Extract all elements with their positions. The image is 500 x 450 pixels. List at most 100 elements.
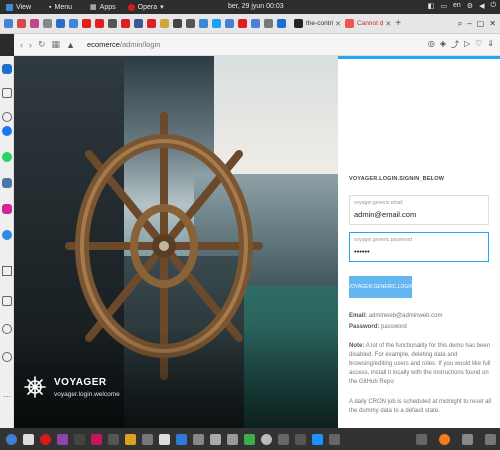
url-field[interactable]: ecomerce/admin/login — [87, 40, 160, 49]
power-icon[interactable]: ⏻ — [490, 2, 496, 10]
settings-icon[interactable] — [261, 433, 272, 445]
menu-button[interactable]: ▪ Menu — [49, 4, 72, 11]
tab-icon-18[interactable] — [225, 19, 234, 28]
email-input[interactable]: admin@email.com — [354, 210, 416, 219]
more-icon[interactable]: ⋯ — [3, 392, 11, 401]
tab-icon-14[interactable] — [173, 19, 182, 28]
tab-icon-1[interactable] — [4, 19, 13, 28]
history-icon[interactable] — [2, 324, 12, 334]
new-tab-icon[interactable]: + — [395, 18, 401, 29]
download-icon[interactable]: ⇓ — [487, 39, 494, 50]
maximize-icon[interactable]: ▢ — [477, 19, 485, 29]
tab-icon-16[interactable] — [199, 19, 208, 28]
box-icon[interactable] — [193, 433, 204, 445]
calc-icon[interactable] — [176, 433, 187, 445]
menu-icon: ▪ — [49, 3, 52, 11]
opera-icon[interactable] — [40, 433, 51, 445]
player-icon[interactable] — [2, 266, 12, 276]
search-tabs-icon[interactable]: ⌕ — [458, 19, 462, 29]
launcher-icon[interactable] — [6, 433, 17, 445]
play-icon[interactable]: ▷ — [464, 39, 470, 50]
tab-icon-5[interactable] — [56, 19, 65, 28]
opera-menu[interactable]: Opera ▾ — [127, 3, 164, 11]
tabs-grid-icon[interactable]: ▦ — [52, 39, 61, 50]
tray-icon-1[interactable] — [416, 433, 427, 445]
shield-icon[interactable]: ◈ — [440, 39, 446, 50]
tab-icon-8[interactable] — [95, 19, 104, 28]
back-icon[interactable]: ‹ — [20, 40, 23, 50]
close-tab-icon[interactable]: ✕ — [385, 20, 391, 28]
tab-icon-7[interactable] — [82, 19, 91, 28]
files-icon[interactable] — [23, 433, 34, 445]
app-icon[interactable] — [295, 433, 306, 445]
tab-icon-12[interactable] — [147, 19, 156, 28]
tab-icon-error[interactable] — [344, 19, 354, 28]
dev-icon[interactable] — [244, 433, 255, 445]
pinboard-icon[interactable] — [2, 296, 12, 306]
forward-icon[interactable]: › — [29, 40, 32, 50]
vk-icon[interactable] — [2, 178, 12, 188]
skype-icon[interactable] — [312, 433, 323, 445]
settings-icon[interactable] — [2, 352, 12, 362]
share-icon[interactable]: ⤴ — [451, 39, 459, 50]
workspace-icon[interactable] — [329, 433, 340, 445]
password-input[interactable]: •••••• — [354, 247, 370, 256]
tab-icon-10[interactable] — [121, 19, 130, 28]
tray-icon-2[interactable] — [462, 433, 473, 445]
tab-icon-4[interactable] — [43, 19, 52, 28]
battery-icon[interactable]: ▭ — [440, 2, 447, 10]
minimize-icon[interactable]: – — [467, 19, 471, 29]
video-icon[interactable] — [91, 433, 102, 445]
monitor-icon[interactable] — [278, 433, 289, 445]
tab-icon-20[interactable] — [251, 19, 260, 28]
tab-icon-15[interactable] — [186, 19, 195, 28]
editor-icon[interactable] — [57, 433, 68, 445]
tab-icon-11[interactable] — [134, 19, 143, 28]
instagram-icon[interactable] — [2, 204, 12, 214]
tab-label[interactable]: Cannot d — [357, 20, 383, 27]
bookmarks-icon[interactable] — [2, 112, 12, 122]
tray-icon-3[interactable] — [485, 433, 496, 445]
whatsapp-icon[interactable] — [2, 152, 12, 162]
close-tab-icon[interactable]: ✕ — [335, 20, 341, 28]
tab-icon-6[interactable] — [69, 19, 78, 28]
tab-icon-19[interactable] — [238, 19, 247, 28]
tab-icon-github[interactable] — [294, 19, 303, 28]
messenger-icon[interactable] — [2, 126, 12, 136]
firefox-icon[interactable] — [439, 433, 450, 445]
reload-icon[interactable]: ↻ — [38, 39, 46, 50]
volume-icon[interactable]: ◀ — [479, 2, 484, 10]
tab-icon-3[interactable] — [30, 19, 39, 28]
clock[interactable]: ber, 29 jyun 00:03 — [228, 3, 284, 10]
tab-icon-active[interactable] — [277, 19, 286, 28]
media-icon[interactable] — [74, 433, 85, 445]
archive-icon[interactable] — [125, 433, 136, 445]
login-button[interactable]: VOYAGER.GENERIC.LOGIN — [348, 276, 413, 298]
password-field[interactable]: voyager.generic.password •••••• — [349, 232, 489, 262]
document-icon[interactable] — [159, 433, 170, 445]
speed-dial-icon[interactable] — [2, 64, 12, 74]
tab-icon-21[interactable] — [264, 19, 273, 28]
telegram-icon[interactable] — [2, 230, 12, 240]
heart-icon[interactable]: ♡ — [475, 39, 482, 50]
tab-icon-9[interactable] — [108, 19, 117, 28]
home-icon[interactable] — [2, 88, 12, 98]
address-bar: ‹ › ↻ ▦ ▲ ecomerce/admin/login ◎ ◈ ⤴ ▷ ♡… — [14, 34, 500, 56]
language-indicator[interactable]: en — [453, 2, 461, 10]
apps-button[interactable]: ▦ Apps — [90, 3, 116, 12]
brand-subtitle: voyager.login.welcome — [54, 390, 120, 398]
tab-icon-2[interactable] — [17, 19, 26, 28]
close-window-icon[interactable]: ✕ — [489, 19, 496, 29]
tab-label[interactable]: the-contri — [306, 20, 333, 27]
view-menu[interactable]: View — [6, 3, 31, 11]
email-field[interactable]: voyager.generic.email admin@email.com — [349, 195, 489, 225]
tools-icon[interactable] — [142, 433, 153, 445]
settings-icon[interactable]: ⚙ — [467, 2, 473, 10]
disk-icon[interactable] — [227, 433, 238, 445]
network-icon[interactable]: ◧ — [428, 2, 435, 10]
terminal-icon[interactable] — [108, 433, 119, 445]
music-icon[interactable] — [210, 433, 221, 445]
tab-icon-17[interactable] — [212, 19, 221, 28]
tab-icon-13[interactable] — [160, 19, 169, 28]
snapshot-icon[interactable]: ◎ — [428, 39, 435, 50]
